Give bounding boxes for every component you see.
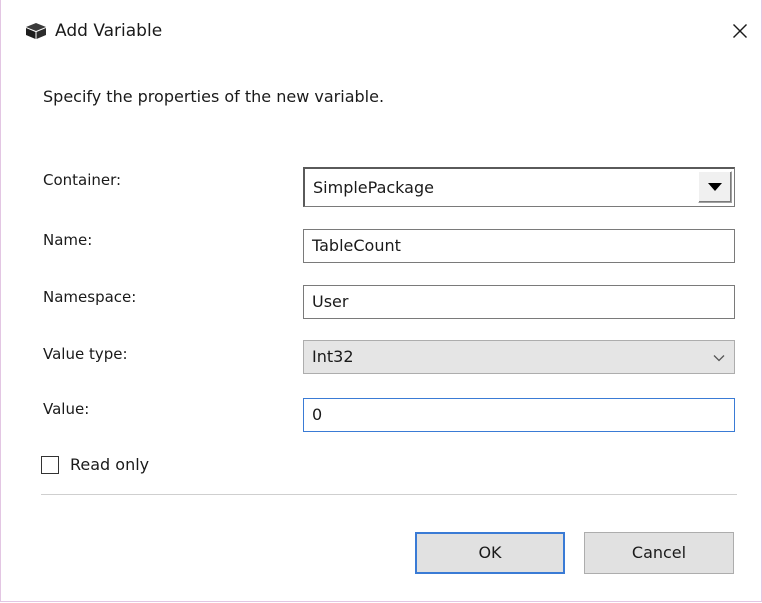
title-bar[interactable]: Add Variable (1, 0, 761, 62)
container-combobox[interactable]: SimplePackage (303, 167, 735, 207)
container-value: SimplePackage (313, 178, 434, 197)
add-variable-dialog: Add Variable Specify the properties of t… (0, 0, 762, 602)
instruction-text: Specify the properties of the new variab… (43, 87, 385, 106)
container-label: Container: (43, 171, 122, 189)
name-label: Name: (43, 231, 93, 249)
value-type-value: Int32 (312, 347, 354, 366)
read-only-checkbox[interactable] (41, 456, 59, 474)
ok-button[interactable]: OK (415, 532, 565, 574)
chevron-down-icon (713, 355, 725, 362)
close-button[interactable] (725, 16, 755, 46)
close-icon (733, 24, 747, 38)
value-type-select[interactable]: Int32 (303, 340, 735, 374)
namespace-label: Namespace: (43, 288, 137, 306)
value-label: Value: (43, 400, 90, 418)
namespace-field[interactable]: User (303, 285, 735, 319)
triangle-down-icon (708, 182, 722, 191)
value-field[interactable]: 0 (303, 398, 735, 432)
dialog-title: Add Variable (55, 21, 163, 41)
name-field[interactable]: TableCount (303, 229, 735, 263)
cancel-button[interactable]: Cancel (584, 532, 734, 574)
value-type-label: Value type: (43, 345, 128, 363)
divider (41, 494, 737, 495)
read-only-option[interactable]: Read only (41, 454, 149, 476)
read-only-label: Read only (70, 455, 150, 474)
package-cube-icon (26, 23, 46, 39)
container-dropdown-button[interactable] (698, 171, 732, 203)
